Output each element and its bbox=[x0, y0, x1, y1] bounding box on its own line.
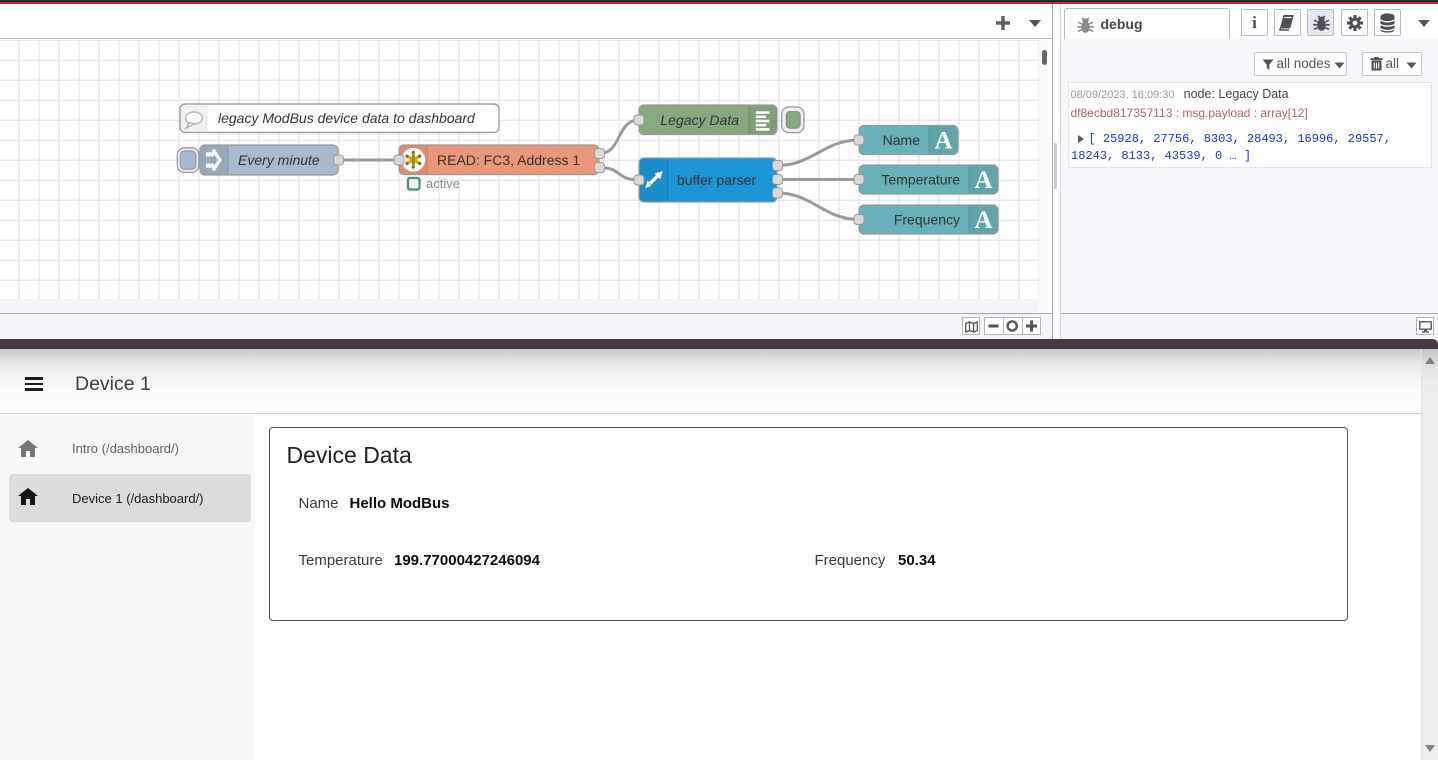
svg-text:Name: Name bbox=[883, 132, 921, 148]
svg-text:buffer parser: buffer parser bbox=[677, 172, 756, 188]
svg-text:A: A bbox=[934, 128, 952, 155]
svg-text:active: active bbox=[426, 176, 460, 191]
svg-text:A: A bbox=[974, 167, 992, 194]
svg-text:i: i bbox=[1252, 13, 1257, 32]
svg-text:Temperature: Temperature bbox=[881, 172, 960, 188]
svg-text:Frequency: Frequency bbox=[894, 212, 960, 228]
svg-text:legacy ModBus device data to d: legacy ModBus device data to dashboard bbox=[218, 110, 476, 126]
svg-text:READ: FC3, Address 1: READ: FC3, Address 1 bbox=[437, 152, 580, 168]
svg-text:A: A bbox=[974, 207, 992, 234]
svg-text:Legacy Data: Legacy Data bbox=[660, 112, 739, 128]
svg-text:Every minute: Every minute bbox=[238, 152, 320, 168]
